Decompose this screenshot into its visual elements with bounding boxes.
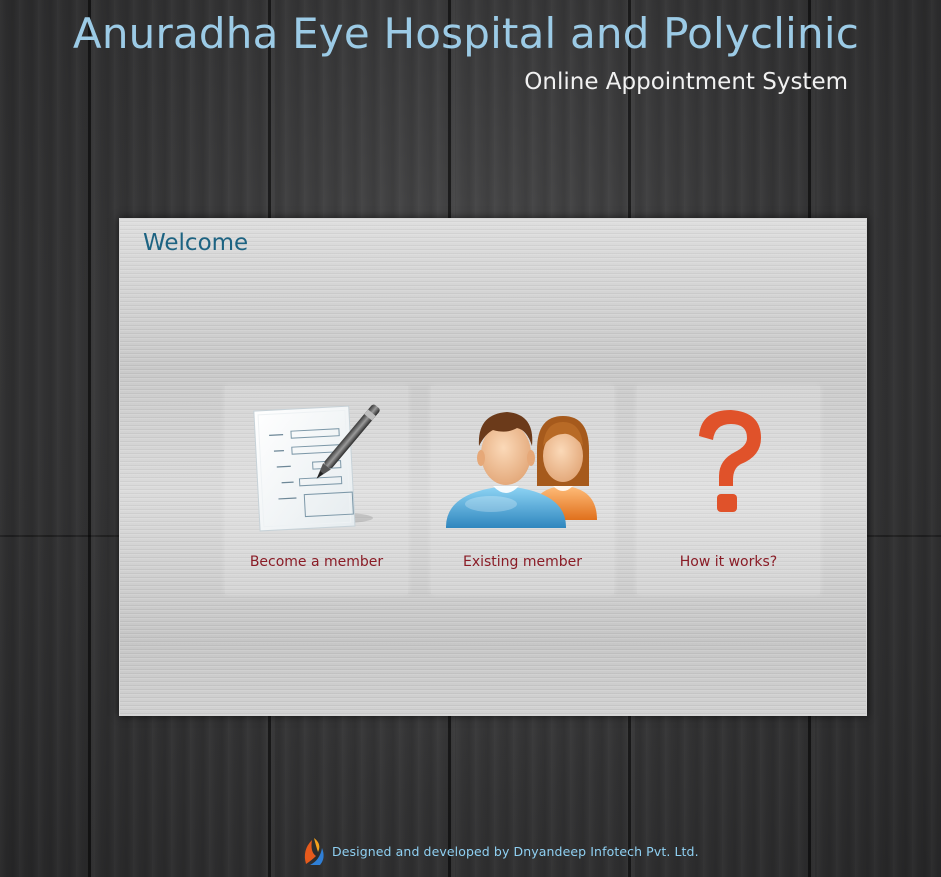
footer-credit[interactable]: Designed and developed by Dnyandeep Info… bbox=[332, 844, 699, 859]
question-mark-icon bbox=[699, 410, 761, 512]
footer: Designed and developed by Dnyandeep Info… bbox=[300, 834, 699, 868]
become-member-button[interactable]: Become a member bbox=[225, 386, 408, 594]
site-title: Anuradha Eye Hospital and Polyclinic bbox=[72, 9, 859, 58]
existing-member-label: Existing member bbox=[462, 554, 583, 570]
company-logo-icon bbox=[304, 838, 324, 865]
existing-member-button[interactable]: Existing member bbox=[431, 386, 614, 594]
members-icon bbox=[445, 412, 597, 528]
become-member-label: Become a member bbox=[249, 554, 384, 570]
site-subtitle: Online Appointment System bbox=[524, 69, 848, 95]
how-it-works-label: How it works? bbox=[679, 554, 778, 570]
welcome-panel: Welcome Become a member Existing member … bbox=[119, 218, 867, 716]
panel-title: Welcome bbox=[143, 230, 249, 256]
how-it-works-button[interactable]: How it works? bbox=[637, 386, 820, 594]
registration-form-icon bbox=[253, 404, 380, 532]
